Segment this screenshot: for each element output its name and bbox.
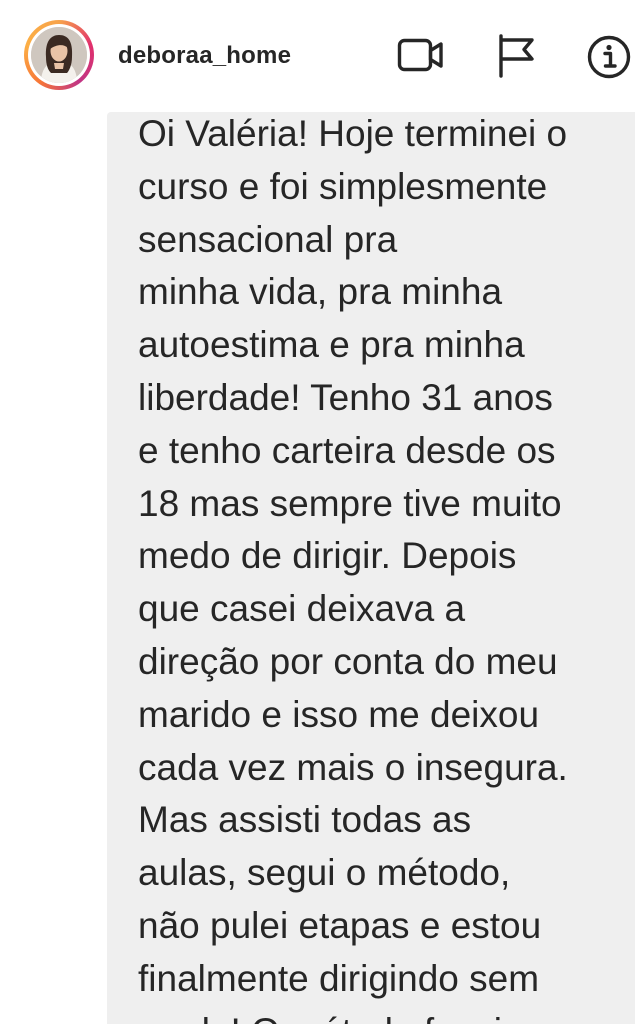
video-call-icon[interactable] [397, 34, 445, 76]
message-line: que casei deixava a [138, 588, 466, 630]
avatar-image [31, 27, 87, 83]
username-label[interactable]: deboraa_home [118, 42, 291, 70]
message-line: curso e foi simplesmente [138, 165, 548, 207]
message-line: medo de dirigir. Depois [138, 535, 517, 577]
message-line: minha vida, pra minha [138, 271, 503, 313]
profile-avatar[interactable] [24, 20, 94, 90]
message-line: direção por conta do meu [138, 640, 558, 682]
message-line: cada vez mais o insegura. [138, 746, 568, 788]
message-line: Mas assisti todas as [138, 799, 472, 841]
message-line: medo! O método funciona [138, 1006, 635, 1024]
message-line: não pulei etapas e estou [138, 904, 542, 946]
message-line: autoestima e pra minha [138, 324, 525, 366]
message-line: finalmente dirigindo sem [138, 957, 540, 999]
chat-header: deboraa_home [0, 0, 635, 112]
message-line: 18 mas sempre tive muito [138, 482, 562, 524]
direct-message-screen: deboraa_home Oi Valéria! Hoje terminei o… [0, 0, 635, 1024]
info-icon[interactable] [586, 34, 632, 80]
avatar-photo [31, 27, 87, 83]
message-line: e tenho carteira desde os [138, 429, 556, 471]
message-line: marido e isso me deixou [138, 693, 540, 735]
message-line: sensacional pra [138, 218, 398, 260]
message-line: liberdade! Tenho 31 anos [138, 376, 553, 418]
flag-icon[interactable] [497, 34, 537, 78]
message-line: Oi Valéria! Hoje terminei o [138, 113, 568, 154]
message-text: Oi Valéria! Hoje terminei o curso e foi s… [138, 108, 635, 1024]
message-line: aulas, segui o método, [138, 852, 511, 894]
